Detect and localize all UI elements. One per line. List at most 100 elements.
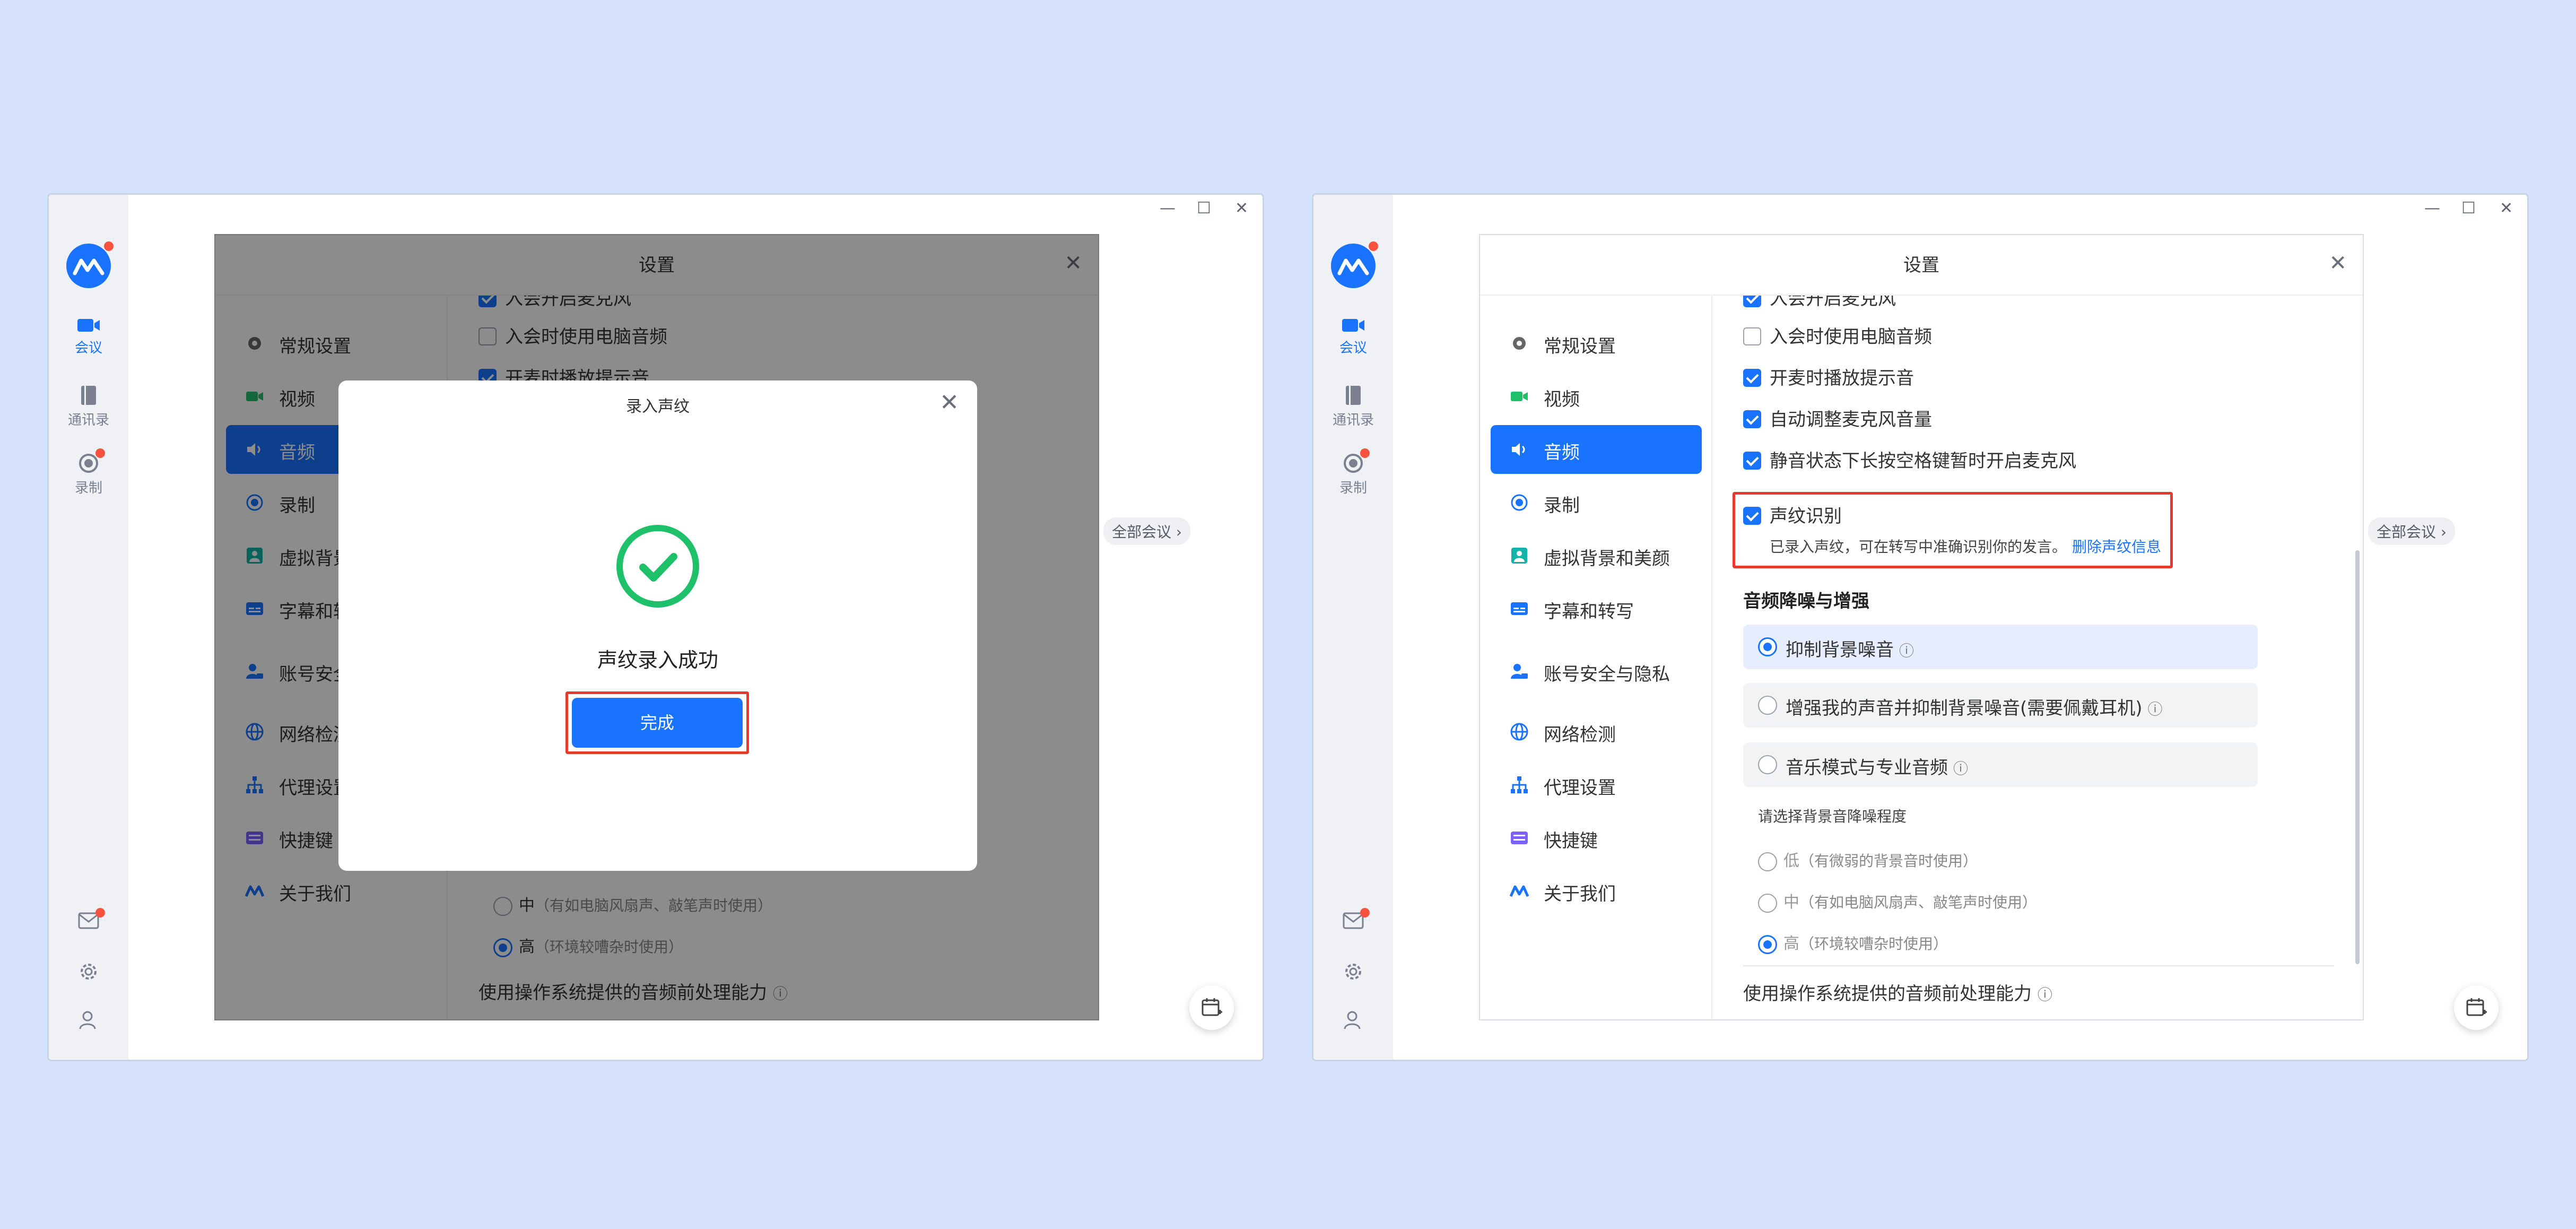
space-unmute-label: 静音状态下长按空格键暂时开启麦克风 xyxy=(1770,451,2076,472)
level-low-hint: （有微弱的背景音时使用） xyxy=(1799,852,1978,870)
rail-recording-label: 录制 xyxy=(74,480,102,496)
portrait-icon xyxy=(1511,548,1527,564)
level-high-radio[interactable]: 高（环境较嘈杂时使用） xyxy=(1758,930,1948,954)
join-mic-label: 入会开启麦克风 xyxy=(1770,296,1896,309)
left-rail: 会议 通讯录 录制 xyxy=(1313,195,1393,1060)
nav-virtual-bg[interactable]: 虚拟背景和美颜 xyxy=(1491,531,1702,580)
rail-item-meeting[interactable]: 会议 xyxy=(49,317,128,357)
all-meetings-link[interactable]: 全部会议 › xyxy=(1103,517,1191,545)
nav-about[interactable]: 关于我们 xyxy=(1491,867,1702,915)
rail-item-contacts[interactable]: 通讯录 xyxy=(49,385,128,429)
app-logo[interactable] xyxy=(1331,244,1376,288)
nav-general-label: 常规设置 xyxy=(1544,336,1616,357)
settings-button[interactable] xyxy=(49,961,128,984)
success-message: 声纹录入成功 xyxy=(597,648,718,672)
option-suppress-noise[interactable]: 抑制背景噪音 ⓘ xyxy=(1743,625,2258,669)
speaker-icon xyxy=(1512,443,1525,456)
settings-button[interactable] xyxy=(1313,961,1393,984)
rail-meeting-label: 会议 xyxy=(74,340,102,356)
voiceprint-checkbox[interactable]: 声纹识别 xyxy=(1743,501,1842,527)
modal-title: 录入声纹 xyxy=(626,397,690,416)
recording-notification-dot xyxy=(95,448,105,458)
rail-item-recording[interactable]: 录制 xyxy=(1313,453,1393,497)
checkbox-checked-icon xyxy=(1743,296,1761,307)
user-icon xyxy=(79,1011,96,1029)
info-icon[interactable]: ⓘ xyxy=(2148,700,2163,718)
radio-checked-icon xyxy=(1758,637,1777,656)
schedule-meeting-button[interactable] xyxy=(1189,985,1234,1030)
schedule-meeting-button[interactable] xyxy=(2454,985,2499,1030)
nav-record-label: 录制 xyxy=(1544,495,1580,516)
rail-item-recording[interactable]: 录制 xyxy=(49,453,128,497)
level-low-label: 低 xyxy=(1783,852,1799,870)
mail-button[interactable] xyxy=(49,912,128,931)
minimize-button[interactable]: — xyxy=(1160,199,1176,218)
modal-close-button[interactable]: ✕ xyxy=(939,389,959,416)
radio-unchecked-icon xyxy=(1758,755,1777,774)
option-music-label: 音乐模式与专业音频 xyxy=(1786,757,1948,778)
settings-close-button[interactable]: ✕ xyxy=(2329,251,2347,275)
checkbox-checked-icon xyxy=(1743,368,1761,387)
level-low-radio[interactable]: 低（有微弱的背景音时使用） xyxy=(1758,847,1978,871)
space-unmute-checkbox[interactable]: 静音状态下长按空格键暂时开启麦克风 xyxy=(1743,446,2076,472)
mic-tone-checkbox[interactable]: 开麦时播放提示音 xyxy=(1743,363,1914,390)
mic-tone-label: 开麦时播放提示音 xyxy=(1770,368,1914,389)
info-icon[interactable]: ⓘ xyxy=(2038,986,2052,1003)
app-logo[interactable] xyxy=(66,244,111,288)
nav-about-label: 关于我们 xyxy=(1544,884,1616,905)
nav-captions[interactable]: 字幕和转写 xyxy=(1491,584,1702,633)
maximize-button[interactable]: ☐ xyxy=(2461,199,2476,218)
left-rail: 会议 通讯录 录制 xyxy=(49,195,128,1060)
nav-network-label: 网络检测 xyxy=(1544,724,1616,746)
all-meetings-link[interactable]: 全部会议 › xyxy=(2368,517,2456,545)
content-scrollbar[interactable] xyxy=(2355,550,2360,964)
info-icon[interactable]: ⓘ xyxy=(1899,642,1914,660)
use-pc-audio-label: 入会时使用电脑音频 xyxy=(1770,326,1932,348)
radio-unchecked-icon xyxy=(1758,852,1777,871)
option-enhance-voice[interactable]: 增强我的声音并抑制背景噪音(需要佩戴耳机) ⓘ xyxy=(1743,683,2258,728)
audio-settings-content-right: 入会开启麦克风 入会时使用电脑音频 开麦时播放提示音 自动调整麦克风音量 静音状… xyxy=(1713,296,2363,1019)
rail-item-meeting[interactable]: 会议 xyxy=(1313,317,1393,357)
level-mid-label: 中 xyxy=(1783,893,1799,912)
maximize-button[interactable]: ☐ xyxy=(1197,199,1211,218)
nav-shortcuts[interactable]: 快捷键 xyxy=(1491,813,1702,862)
nav-record[interactable]: 录制 xyxy=(1491,478,1702,527)
delete-voiceprint-link[interactable]: 删除声纹信息 xyxy=(2072,538,2161,556)
mail-notification-dot xyxy=(95,908,105,918)
nav-virtual-bg-label: 虚拟背景和美颜 xyxy=(1544,548,1670,569)
network-tree-icon xyxy=(1511,776,1528,793)
info-icon[interactable]: ⓘ xyxy=(1953,760,1968,777)
nav-audio-label: 音频 xyxy=(1544,442,1580,463)
radio-unchecked-icon xyxy=(1758,696,1777,715)
join-mic-checkbox[interactable]: 入会开启麦克风 xyxy=(1743,296,1896,310)
profile-button[interactable] xyxy=(1313,1010,1393,1033)
nav-network[interactable]: 网络检测 xyxy=(1491,707,1702,756)
voiceprint-description: 已录入声纹，可在转写中准确识别你的发言。 删除声纹信息 xyxy=(1770,535,2161,557)
minimize-button[interactable]: — xyxy=(2424,199,2440,218)
nav-account[interactable]: 账号安全与隐私 xyxy=(1491,647,1702,696)
close-window-button[interactable]: ✕ xyxy=(2500,199,2513,218)
rail-item-contacts[interactable]: 通讯录 xyxy=(1313,385,1393,429)
logo-notification-dot xyxy=(104,241,114,251)
nav-general[interactable]: 常规设置 xyxy=(1491,319,1702,368)
mail-button[interactable] xyxy=(1313,912,1393,931)
close-window-button[interactable]: ✕ xyxy=(1235,199,1248,218)
auto-adjust-checkbox[interactable]: 自动调整麦克风音量 xyxy=(1743,405,1932,431)
done-button-highlight xyxy=(565,691,749,754)
option-suppress-label: 抑制背景噪音 xyxy=(1786,639,1894,661)
noise-level-prompt: 请选择背景音降噪程度 xyxy=(1758,808,1907,825)
profile-button[interactable] xyxy=(49,1010,128,1033)
checkbox-checked-icon xyxy=(1743,506,1761,525)
nav-video[interactable]: 视频 xyxy=(1491,372,1702,421)
nav-proxy[interactable]: 代理设置 xyxy=(1491,760,1702,809)
level-mid-radio[interactable]: 中（有如电脑风扇声、敲笔声时使用） xyxy=(1758,889,2037,913)
rail-recording-label: 录制 xyxy=(1339,480,1367,496)
voiceprint-label: 声纹识别 xyxy=(1770,506,1842,527)
rail-meeting-label: 会议 xyxy=(1339,340,1367,356)
settings-nav-right: 常规设置 视频 音频 录制 虚拟背景和美颜 字幕和转写 账号安全与隐私 网络检测… xyxy=(1480,296,1712,1019)
option-music-mode[interactable]: 音乐模式与专业音频 ⓘ xyxy=(1743,742,2258,787)
account-lock-icon xyxy=(1511,664,1528,679)
checkbox-unchecked-icon xyxy=(1743,327,1761,345)
use-pc-audio-checkbox[interactable]: 入会时使用电脑音频 xyxy=(1743,322,1932,348)
nav-audio[interactable]: 音频 xyxy=(1491,425,1702,474)
